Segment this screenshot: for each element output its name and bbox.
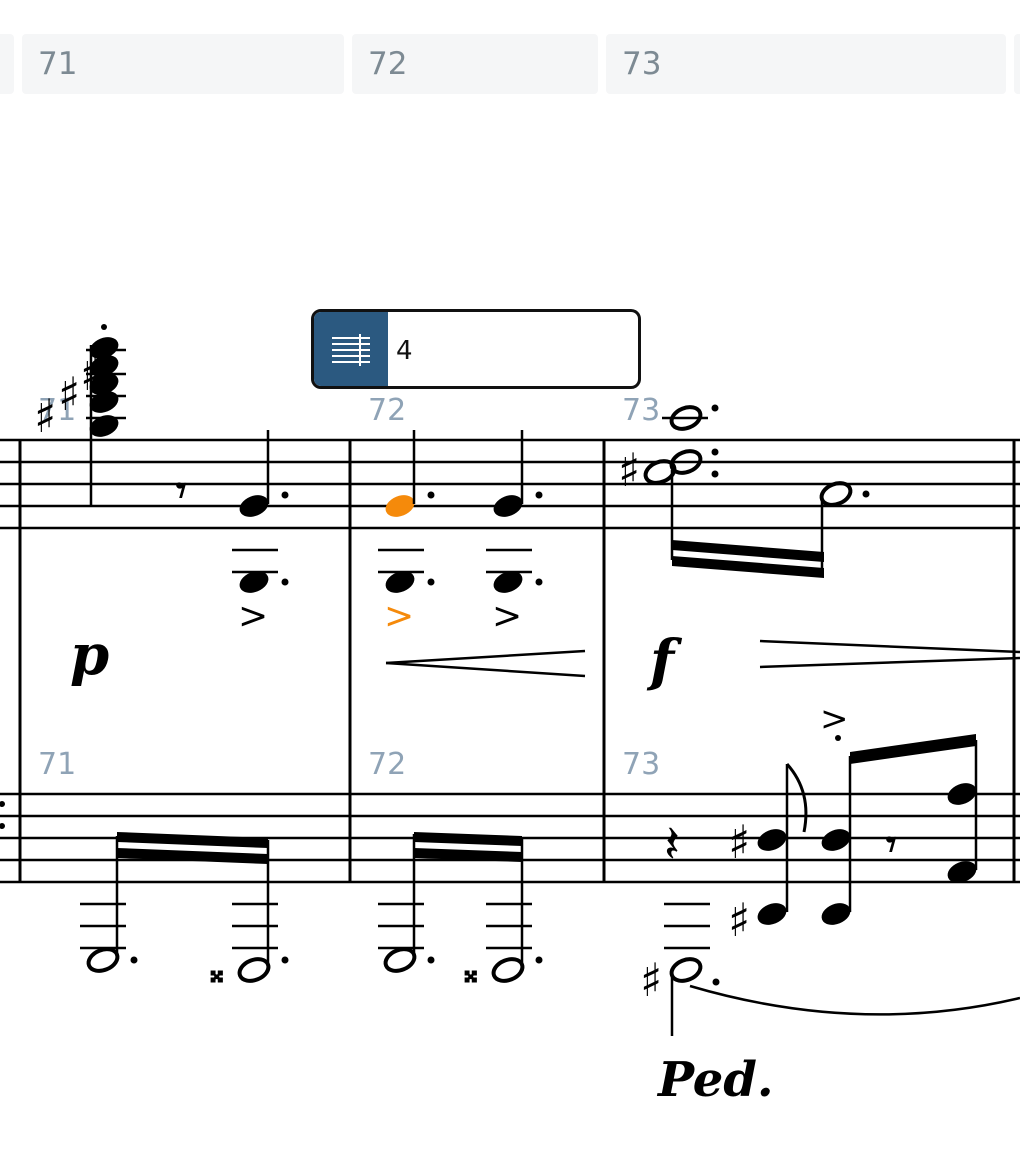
chord[interactable]: ♯ ♯ ♯ (34, 324, 126, 506)
repeat-dot (0, 801, 5, 807)
dynamic-forte[interactable]: f (646, 628, 683, 694)
accent-icon: > (820, 699, 849, 739)
beam (414, 832, 522, 862)
repeat-dot (0, 823, 5, 829)
accent-icon: > (492, 596, 522, 637)
measure-number: 72 (368, 747, 406, 782)
tie[interactable] (689, 984, 1020, 1016)
sharp-icon: ♯ (34, 389, 56, 443)
decrescendo-hairpin[interactable] (759, 639, 1020, 669)
eighth-rest-icon[interactable]: 𝄾 (886, 821, 897, 868)
crescendo-hairpin[interactable] (385, 649, 586, 678)
chord[interactable] (944, 740, 979, 887)
sharp-icon: ♯ (58, 367, 80, 421)
flag-icon (785, 763, 808, 833)
popup-value[interactable]: 4 (396, 336, 413, 366)
pedal-mark[interactable]: Ped. (656, 1052, 774, 1108)
chord[interactable]: ♯ ♯ (728, 763, 808, 947)
sharp-icon: ♯ (728, 893, 750, 947)
sharp-icon: ♯ (728, 815, 750, 869)
measure-number: 73 (622, 393, 660, 428)
measure-number: 71 (38, 747, 76, 782)
dynamic-piano[interactable]: p (70, 622, 109, 688)
measure-number: 73 (622, 747, 660, 782)
score-canvas[interactable]: 71 72 73 71 72 73 ♯ ♯ ♯ 𝄾 > p (0, 0, 1020, 1150)
sharp-icon: ♯ (640, 953, 662, 1007)
sharp-icon: ♯ (618, 443, 640, 497)
staff-lines-icon[interactable] (314, 312, 388, 386)
double-sharp-icon: 𝄪 (210, 955, 224, 990)
measure-number: 72 (368, 393, 406, 428)
quarter-rest-icon[interactable]: 𝄽 (664, 815, 680, 875)
accent-icon: > (238, 596, 268, 637)
chord[interactable]: > (818, 699, 853, 929)
beam (850, 734, 976, 764)
beam (672, 540, 824, 578)
double-sharp-icon: 𝄪 (464, 955, 478, 990)
note-input-popup[interactable]: 4 (311, 309, 641, 389)
eighth-rest-icon[interactable]: 𝄾 (176, 467, 187, 514)
note[interactable]: ♯ (640, 902, 720, 1036)
accent-icon: > (384, 596, 414, 637)
